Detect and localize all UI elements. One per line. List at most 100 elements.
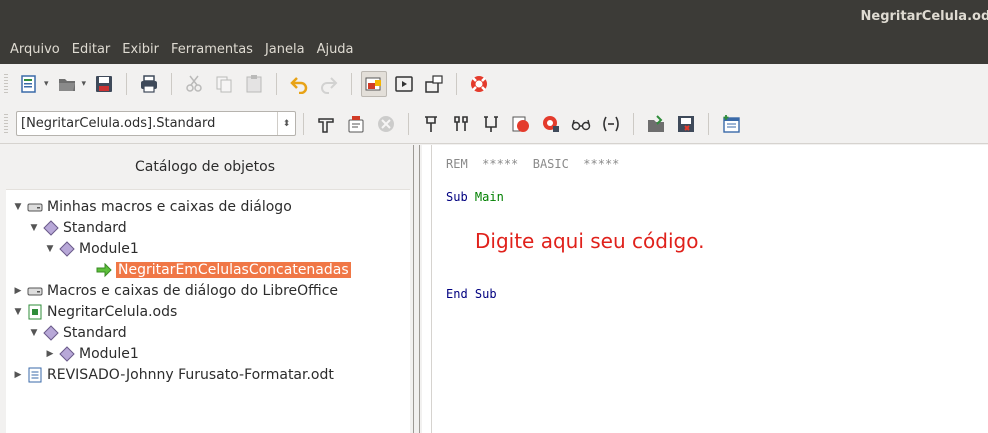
expand-arrow[interactable]: ▶	[12, 370, 24, 380]
step-into-button[interactable]	[418, 111, 444, 137]
compile-button[interactable]	[313, 111, 339, 137]
new-dropdown-arrow[interactable]: ▾	[44, 79, 49, 89]
code-line-end-sub: End Sub	[446, 287, 497, 301]
collapse-arrow[interactable]: ▼	[12, 202, 24, 212]
tree-node-standard2[interactable]: ▼ Standard	[28, 322, 127, 343]
glasses-icon	[571, 119, 591, 130]
export-basic-button[interactable]	[673, 111, 699, 137]
code-editor[interactable]: REM ***** BASIC ***** Sub Main Digite aq…	[422, 145, 988, 433]
menu-editar[interactable]: Editar	[66, 36, 117, 64]
folder-open-icon	[58, 79, 75, 91]
tree-label: Module1	[79, 345, 139, 362]
collapse-arrow[interactable]: ▼	[12, 307, 24, 317]
lifebuoy-icon	[471, 76, 488, 92]
menu-janela[interactable]: Janela	[259, 36, 311, 64]
drive-icon	[27, 199, 43, 215]
stop-icon	[378, 115, 394, 132]
redo-button[interactable]	[316, 71, 342, 97]
sub-name: Main	[474, 190, 504, 204]
panel-splitter[interactable]	[410, 145, 422, 433]
line-number-gutter	[422, 145, 432, 433]
parentheses-icon	[603, 116, 619, 131]
rem-keyword: REM	[446, 157, 468, 171]
toolbar-separator	[633, 112, 634, 135]
select-module-button[interactable]	[421, 71, 447, 97]
tree-label: Standard	[63, 324, 127, 341]
macro-arrow-icon	[96, 262, 112, 278]
menu-arquivo[interactable]: Arquivo	[4, 36, 66, 64]
tree-node-module1[interactable]: ▼ Module1	[44, 238, 139, 259]
undo-button[interactable]	[286, 71, 312, 97]
tree-node-standard[interactable]: ▼ Standard	[28, 217, 127, 238]
tree-node-module1b[interactable]: ▶ Module1	[44, 343, 139, 364]
help-button[interactable]	[466, 71, 492, 97]
cut-button[interactable]	[181, 71, 207, 97]
manage-breakpoints-button[interactable]	[538, 111, 564, 137]
collapse-arrow[interactable]: ▼	[44, 244, 56, 254]
step-into-icon	[425, 115, 437, 132]
save-icon	[96, 76, 113, 92]
menu-ferramentas[interactable]: Ferramentas	[165, 36, 259, 64]
find-parentheses-button[interactable]	[598, 111, 624, 137]
copy-button[interactable]	[211, 71, 237, 97]
open-dropdown-arrow[interactable]: ▾	[82, 79, 87, 89]
print-button[interactable]	[136, 71, 162, 97]
tree-label: NegritarCelula.ods	[47, 303, 178, 320]
tree-label: Macros e caixas de diálogo do LibreOffic…	[47, 282, 339, 299]
library-icon	[43, 219, 59, 236]
step-over-icon	[454, 115, 468, 131]
tree-label: Module1	[79, 240, 139, 257]
menu-bar: Arquivo Editar Exibir Ferramentas Janela…	[0, 36, 988, 64]
printer-icon	[141, 75, 158, 93]
redo-icon	[321, 77, 338, 94]
watch-button[interactable]	[568, 111, 594, 137]
toolbar-grip[interactable]	[4, 74, 8, 94]
insert-dialog-icon	[723, 114, 740, 133]
standard-toolbar: ▾ ▾	[0, 64, 988, 104]
manage-breakpoints-icon	[543, 115, 559, 132]
expand-arrow[interactable]: ▶	[44, 349, 56, 359]
import-basic-button[interactable]	[643, 111, 669, 137]
save-button[interactable]	[91, 71, 117, 97]
insert-dialog-button[interactable]	[718, 111, 744, 137]
stop-button[interactable]	[373, 111, 399, 137]
drive-icon	[27, 283, 43, 299]
tree-node-macro-selected[interactable]: NegritarEmCelulasConcatenadas	[96, 259, 351, 280]
step-over-button[interactable]	[448, 111, 474, 137]
breakpoint-button[interactable]	[508, 111, 534, 137]
module-dialog-icon	[425, 75, 443, 93]
tree-node-lo-macros[interactable]: ▶ Macros e caixas de diálogo do LibreOff…	[12, 280, 339, 301]
run-button[interactable]	[343, 111, 369, 137]
tree-node-doc-ods[interactable]: ▼ NegritarCelula.ods	[12, 301, 178, 322]
toolbar-separator	[408, 112, 409, 135]
toolbar-separator	[276, 73, 278, 95]
compile-icon	[318, 117, 334, 133]
collapse-arrow[interactable]: ▼	[28, 328, 40, 338]
select-macro-button[interactable]	[391, 71, 417, 97]
object-catalog-icon	[365, 77, 382, 91]
tree-node-doc-odt[interactable]: ▶ REVISADO-Johnny Furusato-Formatar.odt	[12, 364, 334, 385]
tree-node-my-macros[interactable]: ▼ Minhas macros e caixas de diálogo	[12, 196, 292, 217]
expand-arrow[interactable]: ▶	[12, 286, 24, 296]
new-document-button[interactable]	[16, 71, 42, 97]
breakpoint-icon	[512, 116, 529, 132]
toolbar-separator	[171, 73, 173, 95]
paste-button[interactable]	[241, 71, 267, 97]
toolbar-grip[interactable]	[4, 113, 8, 134]
step-out-icon	[484, 115, 498, 132]
library-icon	[43, 324, 59, 341]
object-catalog-button[interactable]	[361, 71, 388, 97]
library-select[interactable]: [NegritarCelula.ods].Standard ⬍	[16, 111, 296, 136]
splitter-bar[interactable]	[413, 145, 420, 433]
step-out-button[interactable]	[478, 111, 504, 137]
menu-exibir[interactable]: Exibir	[116, 36, 165, 64]
catalog-heading: Catálogo de objetos	[134, 159, 276, 175]
collapse-arrow[interactable]: ▼	[28, 223, 40, 233]
code-line-rem: REM ***** BASIC *****	[446, 157, 619, 171]
library-select-arrow[interactable]: ⬍	[277, 112, 295, 135]
text-document-icon	[27, 367, 43, 383]
catalog-tree[interactable]: ▼ Minhas macros e caixas de diálogo ▼ St…	[6, 189, 410, 433]
module-icon	[59, 240, 75, 257]
menu-ajuda[interactable]: Ajuda	[311, 36, 360, 64]
open-button[interactable]	[54, 71, 80, 97]
